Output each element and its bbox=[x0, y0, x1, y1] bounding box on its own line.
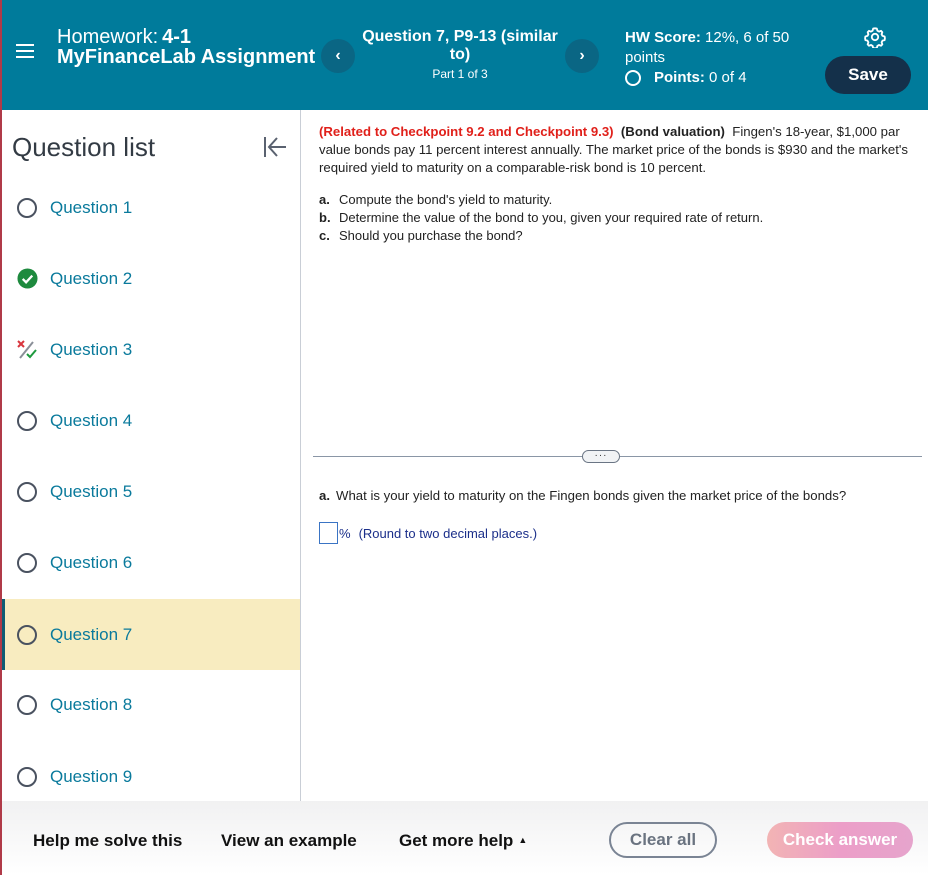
question-label: Question 9 bbox=[50, 766, 133, 786]
assignment-name: MyFinanceLab Assignment bbox=[57, 46, 316, 68]
part-letter: c. bbox=[319, 228, 330, 243]
unanswered-circle-icon bbox=[16, 197, 38, 219]
question-list-sidebar: Question list Question 1 Question 2 Ques… bbox=[0, 110, 301, 801]
question-label: Question 2 bbox=[50, 268, 133, 288]
question-heading: Question 7, P9-13 (similar to) Part 1 of… bbox=[360, 28, 560, 81]
question-item-1[interactable]: Question 1 bbox=[0, 172, 300, 243]
collapse-left-icon[interactable] bbox=[262, 134, 288, 160]
answer-row: % (Round to two decimal places.) bbox=[319, 522, 537, 544]
question-item-6[interactable]: Question 6 bbox=[0, 527, 300, 598]
top-header: Homework: 4-1 MyFinanceLab Assignment ‹ Q… bbox=[0, 0, 928, 110]
unanswered-circle-icon bbox=[16, 410, 38, 432]
current-part-letter: a. bbox=[319, 488, 330, 503]
question-label: Question 5 bbox=[50, 481, 133, 501]
part-letter: a. bbox=[319, 192, 330, 207]
yield-answer-input[interactable] bbox=[319, 522, 338, 544]
hw-score: HW Score: 12%, 6 of 50 points bbox=[625, 28, 805, 68]
unanswered-circle-icon bbox=[16, 624, 38, 646]
part-text: Compute the bond's yield to maturity. bbox=[339, 192, 553, 207]
related-checkpoint: (Related to Checkpoint 9.2 and Checkpoin… bbox=[319, 124, 614, 139]
current-question-text: What is your yield to maturity on the Fi… bbox=[336, 488, 847, 503]
question-item-2[interactable]: Question 2 bbox=[0, 243, 300, 314]
unanswered-circle-icon bbox=[16, 481, 38, 503]
points-value: 0 of 4 bbox=[709, 69, 747, 86]
get-more-help-label: Get more help bbox=[399, 831, 514, 850]
homework-number: 4-1 bbox=[162, 26, 192, 48]
caret-up-icon: ▲ bbox=[518, 835, 528, 845]
menu-icon[interactable] bbox=[16, 44, 34, 60]
save-button[interactable]: Save bbox=[825, 56, 911, 94]
question-list-title: Question list bbox=[12, 132, 156, 162]
problem-topic: (Bond valuation) bbox=[620, 124, 725, 139]
part-letter: b. bbox=[319, 210, 331, 225]
homework-title: Homework: 4-1 MyFinanceLab Assignment bbox=[57, 27, 315, 67]
unanswered-circle-icon bbox=[16, 552, 38, 574]
points-label: Points: bbox=[654, 69, 705, 86]
current-question: a. What is your yield to maturity on the … bbox=[319, 488, 846, 503]
next-question-button[interactable]: › bbox=[565, 39, 599, 73]
part-text: Should you purchase the bond? bbox=[339, 228, 523, 243]
answer-unit: % bbox=[339, 525, 351, 541]
correct-check-icon bbox=[16, 268, 38, 290]
score-panel: HW Score: 12%, 6 of 50 points Points: 0 … bbox=[625, 28, 805, 88]
question-label: Question 4 bbox=[50, 410, 133, 430]
question-item-4[interactable]: Question 4 bbox=[0, 385, 300, 456]
question-label: Question 7 bbox=[50, 624, 133, 644]
question-label: Question 1 bbox=[50, 197, 133, 217]
question-title: Question 7, P9-13 (similar to) bbox=[362, 28, 558, 63]
gear-icon[interactable] bbox=[864, 26, 886, 50]
question-content: (Related to Checkpoint 9.2 and Checkpoin… bbox=[301, 110, 928, 801]
unanswered-circle-icon bbox=[16, 694, 38, 716]
question-item-8[interactable]: Question 8 bbox=[0, 669, 300, 740]
points-status-icon bbox=[625, 70, 641, 86]
partial-credit-icon bbox=[16, 339, 38, 361]
part-text: Determine the value of the bond to you, … bbox=[339, 210, 764, 225]
question-label: Question 3 bbox=[50, 339, 133, 359]
part-b: b. Determine the value of the bond to you… bbox=[319, 209, 763, 227]
help-me-solve-button[interactable]: Help me solve this bbox=[33, 831, 182, 851]
part-a: a. Compute the bond's yield to maturity. bbox=[319, 191, 763, 209]
bottom-toolbar: Help me solve this View an example Get m… bbox=[0, 801, 928, 875]
window-left-edge bbox=[0, 0, 2, 875]
get-more-help-button[interactable]: Get more help ▲ bbox=[399, 831, 527, 851]
question-item-7[interactable]: Question 7 bbox=[0, 599, 300, 670]
question-label: Question 8 bbox=[50, 694, 133, 714]
chevron-right-icon: › bbox=[579, 47, 585, 64]
question-item-5[interactable]: Question 5 bbox=[0, 456, 300, 527]
question-part: Part 1 of 3 bbox=[432, 67, 488, 81]
question-label: Question 6 bbox=[50, 552, 133, 572]
question-item-3[interactable]: Question 3 bbox=[0, 314, 300, 385]
unanswered-circle-icon bbox=[16, 766, 38, 788]
check-answer-button[interactable]: Check answer bbox=[767, 822, 913, 858]
answer-hint: (Round to two decimal places.) bbox=[358, 525, 538, 541]
clear-all-button[interactable]: Clear all bbox=[609, 822, 717, 858]
expand-more-button[interactable]: ··· bbox=[582, 450, 620, 463]
chevron-left-icon: ‹ bbox=[335, 47, 341, 64]
previous-question-button[interactable]: ‹ bbox=[321, 39, 355, 73]
problem-statement: (Related to Checkpoint 9.2 and Checkpoin… bbox=[319, 123, 919, 177]
points-row: Points: 0 of 4 bbox=[625, 68, 805, 88]
problem-parts: a. Compute the bond's yield to maturity. … bbox=[319, 191, 763, 245]
view-example-button[interactable]: View an example bbox=[221, 831, 357, 851]
homework-label: Homework: bbox=[57, 26, 159, 48]
part-c: c. Should you purchase the bond? bbox=[319, 227, 763, 245]
hw-score-label: HW Score: bbox=[625, 29, 701, 46]
